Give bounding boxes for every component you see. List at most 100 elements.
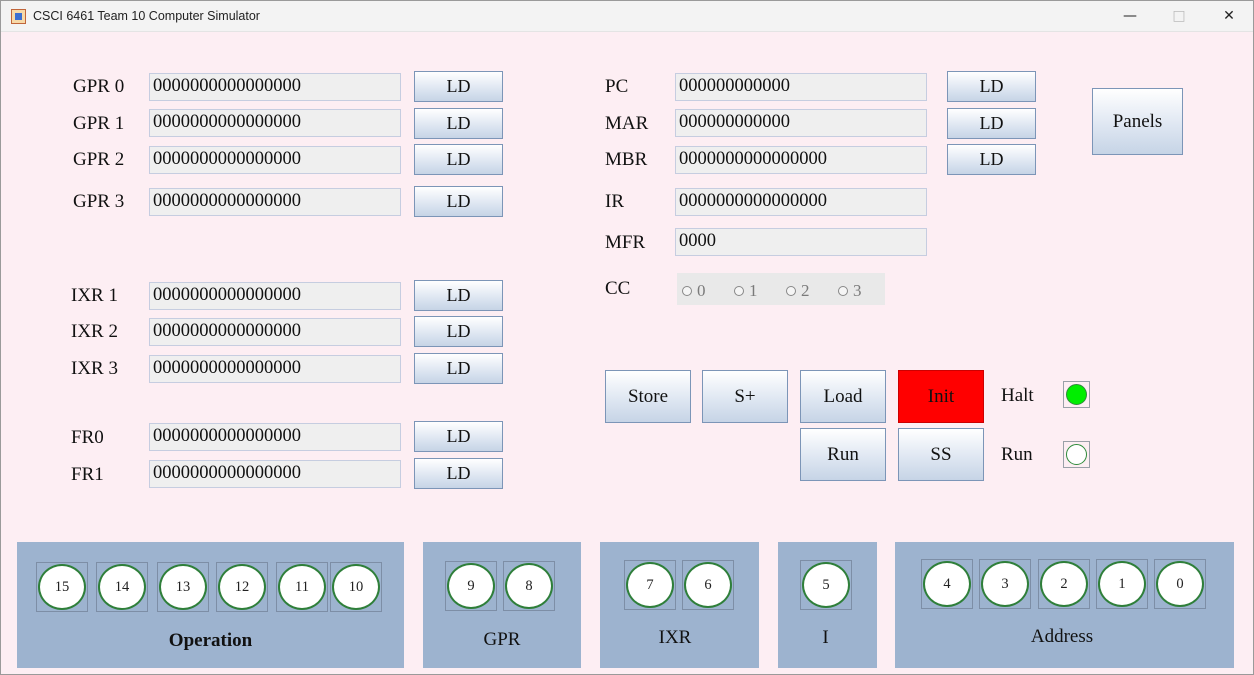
- run-light-icon: [1066, 444, 1087, 465]
- switch-bit-0[interactable]: 0: [1154, 559, 1206, 609]
- cc-option-label: 3: [853, 281, 862, 300]
- store-button[interactable]: Store: [605, 370, 691, 423]
- switch-label: 6: [684, 562, 732, 608]
- switch-bit-5[interactable]: 5: [800, 560, 852, 610]
- java-app-icon: [11, 9, 26, 24]
- address-panel: 4 3 2 1 0 Address: [895, 542, 1234, 668]
- ixr-caption: IXR: [658, 627, 692, 648]
- switch-bit-11[interactable]: 11: [276, 562, 328, 612]
- gpr3-field[interactable]: 0000000000000000: [149, 188, 401, 216]
- mar-label: MAR: [605, 113, 649, 134]
- ixr1-field[interactable]: 0000000000000000: [149, 282, 401, 310]
- cc-radio-3[interactable]: 3: [838, 281, 862, 301]
- switch-label: 1: [1098, 561, 1146, 607]
- switch-label: 3: [981, 561, 1029, 607]
- switch-bit-9[interactable]: 9: [445, 561, 497, 611]
- radio-circle-icon: [838, 286, 848, 296]
- switch-bit-6[interactable]: 6: [682, 560, 734, 610]
- gpr-caption: GPR: [483, 629, 521, 650]
- fr0-label: FR0: [71, 427, 104, 448]
- operation-panel: 15 14 13 12 11 10 Operation: [17, 542, 404, 668]
- minimize-button[interactable]: —: [1107, 1, 1153, 31]
- switch-label: 10: [332, 564, 380, 610]
- gpr2-ld-button[interactable]: LD: [414, 144, 503, 175]
- switch-bit-8[interactable]: 8: [503, 561, 555, 611]
- store-plus-button[interactable]: S+: [702, 370, 788, 423]
- gpr3-ld-button[interactable]: LD: [414, 186, 503, 217]
- gpr1-ld-button[interactable]: LD: [414, 108, 503, 139]
- fr1-ld-button[interactable]: LD: [414, 458, 503, 489]
- switch-label: 12: [218, 564, 266, 610]
- close-button[interactable]: ✕: [1206, 1, 1252, 31]
- switch-bit-15[interactable]: 15: [36, 562, 88, 612]
- switch-bit-12[interactable]: 12: [216, 562, 268, 612]
- switch-bit-2[interactable]: 2: [1038, 559, 1090, 609]
- ixr2-label: IXR 2: [71, 321, 118, 342]
- load-button[interactable]: Load: [800, 370, 886, 423]
- mar-field[interactable]: 000000000000: [675, 109, 927, 137]
- mfr-field[interactable]: 0000: [675, 228, 927, 256]
- mbr-ld-button[interactable]: LD: [947, 144, 1036, 175]
- ixr2-ld-button[interactable]: LD: [414, 316, 503, 347]
- mbr-label: MBR: [605, 149, 648, 170]
- maximize-button[interactable]: □: [1156, 1, 1202, 31]
- switch-label: 11: [278, 564, 326, 610]
- switch-label: 8: [505, 563, 553, 609]
- radio-circle-icon: [786, 286, 796, 296]
- pc-label: PC: [605, 76, 629, 97]
- switch-label: 0: [1156, 561, 1204, 607]
- gpr1-field[interactable]: 0000000000000000: [149, 109, 401, 137]
- window-title: CSCI 6461 Team 10 Computer Simulator: [33, 9, 260, 23]
- gpr-panel: 9 8 GPR: [423, 542, 581, 668]
- switch-bit-1[interactable]: 1: [1096, 559, 1148, 609]
- ixr2-field[interactable]: 0000000000000000: [149, 318, 401, 346]
- operation-caption: Operation: [168, 630, 253, 651]
- mar-ld-button[interactable]: LD: [947, 108, 1036, 139]
- cc-radio-1[interactable]: 1: [734, 281, 758, 301]
- fr0-field[interactable]: 0000000000000000: [149, 423, 401, 451]
- ixr1-ld-button[interactable]: LD: [414, 280, 503, 311]
- switch-bit-13[interactable]: 13: [157, 562, 209, 612]
- single-step-button[interactable]: SS: [898, 428, 984, 481]
- halt-indicator: [1063, 381, 1090, 408]
- gpr0-field[interactable]: 0000000000000000: [149, 73, 401, 101]
- switch-label: 2: [1040, 561, 1088, 607]
- ixr3-ld-button[interactable]: LD: [414, 353, 503, 384]
- switch-label: 9: [447, 563, 495, 609]
- pc-ld-button[interactable]: LD: [947, 71, 1036, 102]
- init-button[interactable]: Init: [898, 370, 984, 423]
- indirect-panel: 5 I: [778, 542, 877, 668]
- mbr-field[interactable]: 0000000000000000: [675, 146, 927, 174]
- pc-field[interactable]: 000000000000: [675, 73, 927, 101]
- radio-circle-icon: [682, 286, 692, 296]
- switch-label: 13: [159, 564, 207, 610]
- ir-label: IR: [605, 191, 624, 212]
- ixr3-label: IXR 3: [71, 358, 118, 379]
- gpr2-field[interactable]: 0000000000000000: [149, 146, 401, 174]
- title-bar: CSCI 6461 Team 10 Computer Simulator — □…: [1, 1, 1253, 32]
- cc-radio-0[interactable]: 0: [682, 281, 706, 301]
- switch-label: 4: [923, 561, 971, 607]
- cc-radio-group: 0 1 2 3: [677, 273, 885, 305]
- gpr3-label: GPR 3: [73, 191, 125, 212]
- gpr1-label: GPR 1: [73, 113, 125, 134]
- panels-button[interactable]: Panels: [1092, 88, 1183, 155]
- mfr-label: MFR: [605, 232, 646, 253]
- run-button[interactable]: Run: [800, 428, 886, 481]
- fr0-ld-button[interactable]: LD: [414, 421, 503, 452]
- gpr2-label: GPR 2: [73, 149, 125, 170]
- switch-label: 5: [802, 562, 850, 608]
- gpr0-ld-button[interactable]: LD: [414, 71, 503, 102]
- run-label: Run: [1001, 444, 1033, 465]
- ir-field[interactable]: 0000000000000000: [675, 188, 927, 216]
- switch-bit-7[interactable]: 7: [624, 560, 676, 610]
- switch-bit-10[interactable]: 10: [330, 562, 382, 612]
- switch-bit-4[interactable]: 4: [921, 559, 973, 609]
- fr1-label: FR1: [71, 464, 104, 485]
- ixr1-label: IXR 1: [71, 285, 118, 306]
- switch-bit-14[interactable]: 14: [96, 562, 148, 612]
- cc-radio-2[interactable]: 2: [786, 281, 810, 301]
- fr1-field[interactable]: 0000000000000000: [149, 460, 401, 488]
- ixr3-field[interactable]: 0000000000000000: [149, 355, 401, 383]
- switch-bit-3[interactable]: 3: [979, 559, 1031, 609]
